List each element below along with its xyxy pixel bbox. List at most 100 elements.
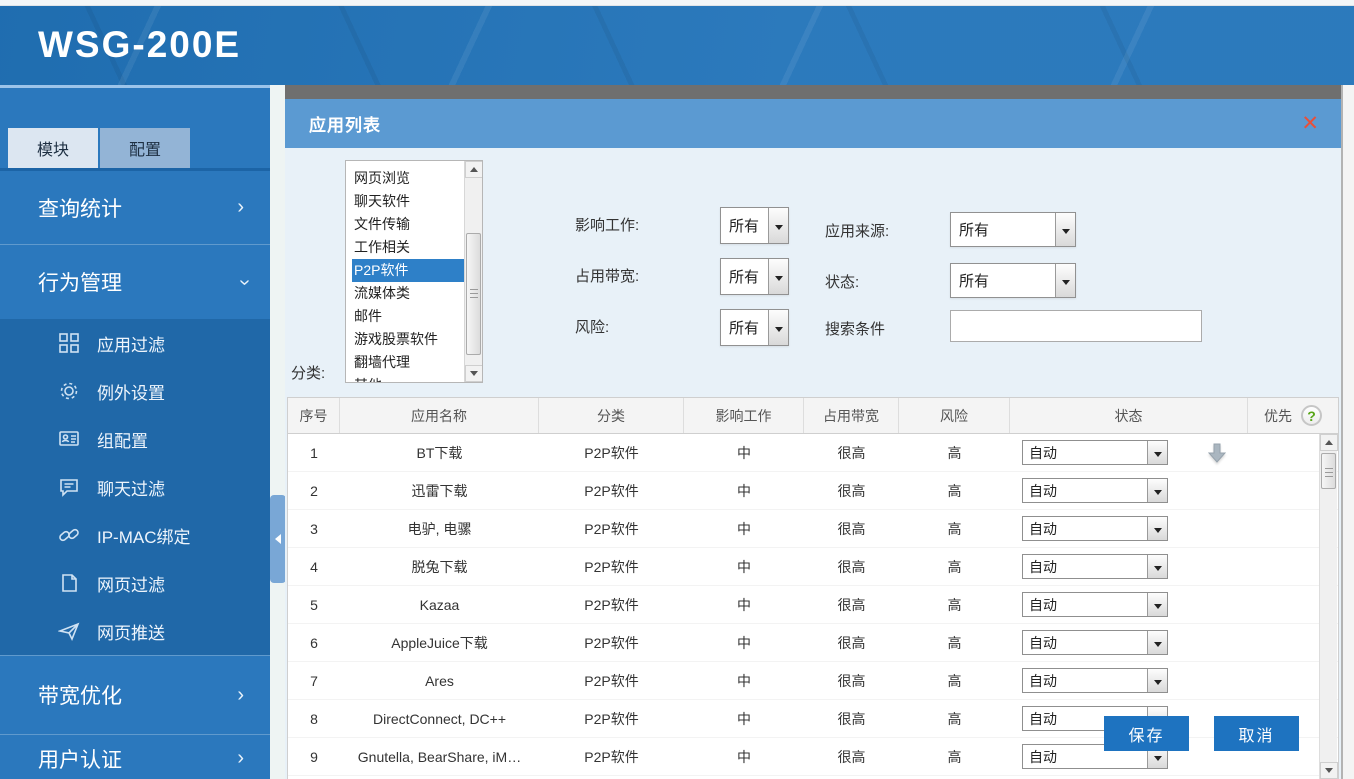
dropdown-arrow-icon[interactable] — [768, 208, 788, 243]
cell-bandwidth: 很高 — [804, 662, 899, 699]
sidebar-item-behavior-mgmt[interactable]: 行为管理 › — [0, 245, 270, 319]
status-select[interactable]: 自动 — [1022, 440, 1168, 465]
table-row: 3 电驴, 电骡 P2P软件 中 很高 高 自动 — [288, 510, 1338, 548]
dropdown-arrow-icon[interactable] — [768, 259, 788, 294]
save-button[interactable]: 保存 — [1104, 716, 1189, 751]
status-select[interactable]: 自动 — [1022, 592, 1168, 617]
sidebar-item-app-filter[interactable]: 应用过滤 — [0, 319, 270, 367]
status-select[interactable]: 自动 — [1022, 516, 1168, 541]
status-select[interactable]: 自动 — [1022, 554, 1168, 579]
cell-category: P2P软件 — [539, 586, 684, 623]
cell-no: 1 — [288, 434, 340, 471]
category-option[interactable]: 其他 — [352, 374, 464, 383]
sidebar: 模块 配置 查询统计 › 行为管理 › 应用过滤 例外设置 — [0, 85, 270, 779]
sidebar-collapse-handle[interactable] — [270, 495, 286, 583]
select-value: 自动 — [1023, 479, 1147, 502]
sidebar-item-web-filter[interactable]: 网页过滤 — [0, 559, 270, 607]
dropdown-arrow-icon[interactable] — [1147, 631, 1167, 654]
sidebar-item-query-stats[interactable]: 查询统计 › — [0, 171, 270, 245]
sidebar-item-user-auth[interactable]: 用户认证 › — [0, 735, 270, 779]
dropdown-arrow-icon[interactable] — [1055, 264, 1075, 297]
submenu-label: 应用过滤 — [97, 331, 165, 356]
cell-risk: 高 — [899, 738, 1010, 775]
cell-risk: 高 — [899, 662, 1010, 699]
category-option-selected[interactable]: P2P软件 — [352, 259, 464, 282]
risk-filter-select[interactable]: 所有 — [720, 309, 789, 346]
status-select[interactable]: 自动 — [1022, 478, 1168, 503]
cell-no: 9 — [288, 738, 340, 775]
dropdown-arrow-icon[interactable] — [1147, 479, 1167, 502]
status-filter-select[interactable]: 所有 — [950, 263, 1076, 298]
bandwidth-filter-select[interactable]: 所有 — [720, 258, 789, 295]
search-input[interactable] — [950, 310, 1202, 342]
cell-risk: 高 — [899, 472, 1010, 509]
chevron-right-icon: › — [237, 747, 244, 770]
dropdown-arrow-icon[interactable] — [768, 310, 788, 345]
cell-bandwidth: 很高 — [804, 700, 899, 737]
cell-name: Ares — [340, 662, 539, 699]
category-option[interactable]: 游戏股票软件 — [352, 328, 464, 351]
select-value: 自动 — [1023, 517, 1147, 540]
dropdown-arrow-icon[interactable] — [1147, 517, 1167, 540]
sidebar-item-web-push[interactable]: 网页推送 — [0, 607, 270, 655]
scrollbar-thumb[interactable] — [466, 233, 481, 355]
header-status: 状态 — [1010, 398, 1248, 433]
category-listbox[interactable]: 网页浏览 聊天软件 文件传输 工作相关 P2P软件 流媒体类 邮件 游戏股票软件… — [345, 160, 483, 383]
scroll-up-icon[interactable] — [465, 161, 483, 178]
scroll-up-icon[interactable] — [1320, 434, 1338, 451]
category-option[interactable]: 工作相关 — [352, 236, 464, 259]
table-scrollbar[interactable] — [1319, 434, 1337, 779]
scroll-down-icon[interactable] — [1320, 762, 1338, 779]
help-icon[interactable]: ? — [1301, 405, 1322, 426]
select-value: 自动 — [1023, 593, 1147, 616]
cell-no: 4 — [288, 548, 340, 585]
select-value: 自动 — [1023, 631, 1147, 654]
impact-filter-select[interactable]: 所有 — [720, 207, 789, 244]
select-value: 所有 — [951, 213, 1055, 246]
table-row: 7 Ares P2P软件 中 很高 高 自动 — [288, 662, 1338, 700]
sidebar-item-exception-settings[interactable]: 例外设置 — [0, 367, 270, 415]
collapse-left-icon — [275, 534, 281, 544]
close-icon[interactable]: ✕ — [1301, 113, 1319, 134]
cell-risk: 高 — [899, 624, 1010, 661]
cell-category: P2P软件 — [539, 472, 684, 509]
sidebar-item-ip-mac-binding[interactable]: IP-MAC绑定 — [0, 511, 270, 559]
scrollbar-thumb[interactable] — [1321, 453, 1336, 489]
cell-impact: 中 — [684, 624, 804, 661]
submenu-label: 网页过滤 — [97, 571, 165, 596]
dropdown-arrow-icon[interactable] — [1147, 593, 1167, 616]
cell-impact: 中 — [684, 662, 804, 699]
cell-name: BT下载 — [340, 434, 539, 471]
status-select[interactable]: 自动 — [1022, 630, 1168, 655]
bandwidth-filter-label: 占用带宽: — [575, 265, 639, 287]
dropdown-arrow-icon[interactable] — [1147, 555, 1167, 578]
tab-config[interactable]: 配置 — [100, 128, 190, 168]
cell-status: 自动 — [1010, 434, 1248, 471]
source-filter-select[interactable]: 所有 — [950, 212, 1076, 247]
status-select[interactable]: 自动 — [1022, 668, 1168, 693]
category-option[interactable]: 邮件 — [352, 305, 464, 328]
dropdown-arrow-icon[interactable] — [1147, 441, 1167, 464]
sidebar-item-group-config[interactable]: 组配置 — [0, 415, 270, 463]
sidebar-gap — [270, 85, 285, 779]
sidebar-item-bandwidth-opt[interactable]: 带宽优化 › — [0, 655, 270, 735]
listbox-scrollbar[interactable] — [464, 161, 482, 382]
sidebar-item-chat-filter[interactable]: 聊天过滤 — [0, 463, 270, 511]
category-option[interactable]: 网页浏览 — [352, 167, 464, 190]
tab-module[interactable]: 模块 — [8, 128, 98, 168]
scroll-down-icon[interactable] — [465, 365, 483, 382]
select-value: 所有 — [721, 208, 768, 243]
cancel-button[interactable]: 取消 — [1214, 716, 1299, 751]
source-filter-label: 应用来源: — [825, 220, 889, 242]
category-option[interactable]: 聊天软件 — [352, 190, 464, 213]
cell-impact: 中 — [684, 510, 804, 547]
dropdown-arrow-icon[interactable] — [1055, 213, 1075, 246]
cell-status: 自动 — [1010, 586, 1248, 623]
category-option[interactable]: 文件传输 — [352, 213, 464, 236]
category-option[interactable]: 翻墙代理 — [352, 351, 464, 374]
cell-status: 自动 — [1010, 662, 1248, 699]
category-option[interactable]: 流媒体类 — [352, 282, 464, 305]
priority-down-icon[interactable] — [1205, 441, 1229, 465]
dropdown-arrow-icon[interactable] — [1147, 669, 1167, 692]
cell-impact: 中 — [684, 700, 804, 737]
